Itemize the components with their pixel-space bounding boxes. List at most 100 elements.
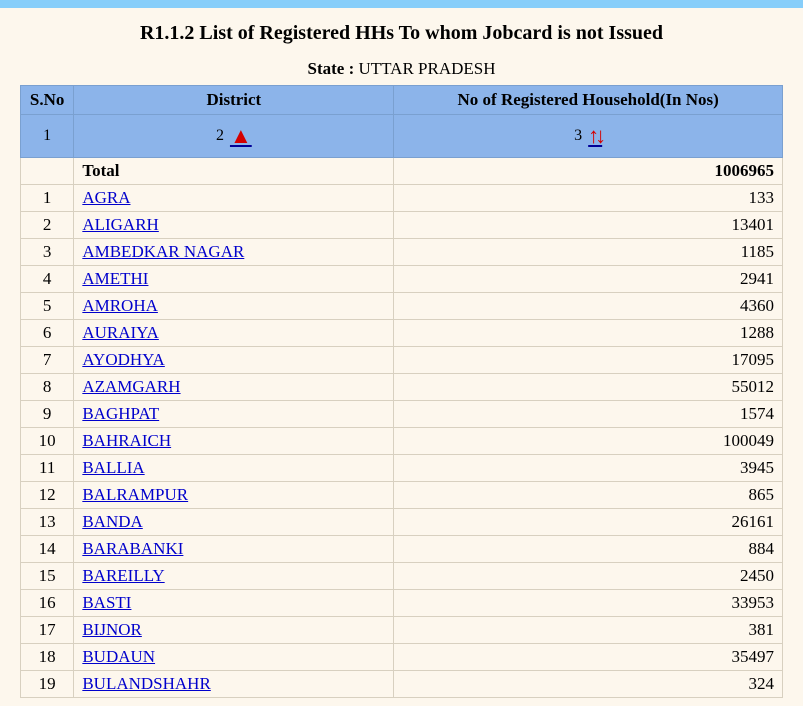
table-row: 19 BULANDSHAHR 324 — [21, 671, 783, 698]
row-hh: 55012 — [394, 374, 783, 401]
col-header-sno: S.No — [21, 86, 74, 115]
row-hh: 1185 — [394, 239, 783, 266]
table-row: 7AYODHYA17095 — [21, 347, 783, 374]
table-row: 2ALIGARH13401 — [21, 212, 783, 239]
sort-cell-hh[interactable]: 3 ↑↓ — [394, 115, 783, 158]
row-hh: 133 — [394, 185, 783, 212]
district-link[interactable]: BALRAMPUR — [82, 485, 188, 504]
table-row: 13BANDA26161 — [21, 509, 783, 536]
row-hh: 884 — [394, 536, 783, 563]
district-link[interactable]: AYODHYA — [82, 350, 165, 369]
table-row: 3 AMBEDKAR NAGAR 1185 — [21, 239, 783, 266]
page-container: R1.1.2 List of Registered HHs To whom Jo… — [0, 8, 803, 706]
row-district: BALRAMPUR — [74, 482, 394, 509]
sort-toggle-icon[interactable]: ↑↓ — [588, 123, 602, 149]
state-label: State : — [308, 59, 359, 78]
row-district: AMROHA — [74, 293, 394, 320]
row-hh: 1574 — [394, 401, 783, 428]
row-sno: 8 — [21, 374, 74, 401]
district-link[interactable]: AZAMGARH — [82, 377, 180, 396]
row-district: BUDAUN — [74, 644, 394, 671]
col-header-hh: No of Registered Household(In Nos) — [394, 86, 783, 115]
district-link[interactable]: BASTI — [82, 593, 131, 612]
header-row: S.No District No of Registered Household… — [21, 86, 783, 115]
table-row: 11 BALLIA 3945 — [21, 455, 783, 482]
district-link[interactable]: BAHRAICH — [82, 431, 171, 450]
top-accent-bar — [0, 0, 803, 8]
row-sno: 4 — [21, 266, 74, 293]
row-district: BAHRAICH — [74, 428, 394, 455]
district-link[interactable]: AMETHI — [82, 269, 148, 288]
row-sno: 3 — [21, 239, 74, 266]
row-sno: 5 — [21, 293, 74, 320]
district-link[interactable]: BAGHPAT — [82, 404, 159, 423]
district-link[interactable]: AMBEDKAR NAGAR — [82, 242, 244, 261]
state-line: State : UTTAR PRADESH — [20, 59, 783, 79]
table-row: 16 BASTI 33953 — [21, 590, 783, 617]
district-link[interactable]: BANDA — [82, 512, 142, 531]
total-sno — [21, 158, 74, 185]
row-district: AYODHYA — [74, 347, 394, 374]
row-sno: 13 — [21, 509, 74, 536]
district-link[interactable]: BAREILLY — [82, 566, 164, 585]
row-district: AMBEDKAR NAGAR — [74, 239, 394, 266]
row-district: BALLIA — [74, 455, 394, 482]
sort-cell-district[interactable]: 2 ▲ — [74, 115, 394, 158]
row-sno: 17 — [21, 617, 74, 644]
table-row: 6 AURAIYA 1288 — [21, 320, 783, 347]
district-link[interactable]: AURAIYA — [82, 323, 159, 342]
row-hh: 100049 — [394, 428, 783, 455]
table-row: 1 AGRA 133 — [21, 185, 783, 212]
row-sno: 19 — [21, 671, 74, 698]
sort-cell-sno: 1 — [21, 115, 74, 158]
row-sno: 11 — [21, 455, 74, 482]
table-row: 4AMETHI2941 — [21, 266, 783, 293]
row-sno: 18 — [21, 644, 74, 671]
page-title: R1.1.2 List of Registered HHs To whom Jo… — [20, 22, 783, 45]
row-sno: 14 — [21, 536, 74, 563]
col-header-district: District — [74, 86, 394, 115]
row-sno: 2 — [21, 212, 74, 239]
row-sno: 12 — [21, 482, 74, 509]
row-hh: 865 — [394, 482, 783, 509]
sort-asc-icon[interactable]: ▲ — [230, 123, 252, 149]
row-district: BAGHPAT — [74, 401, 394, 428]
table-row: 18 BUDAUN 35497 — [21, 644, 783, 671]
row-hh: 1288 — [394, 320, 783, 347]
row-hh: 2450 — [394, 563, 783, 590]
district-link[interactable]: BALLIA — [82, 458, 144, 477]
row-district: BULANDSHAHR — [74, 671, 394, 698]
sort-index-sno: 1 — [43, 127, 51, 144]
row-district: BAREILLY — [74, 563, 394, 590]
row-hh: 35497 — [394, 644, 783, 671]
district-link[interactable]: BULANDSHAHR — [82, 674, 210, 693]
sort-index-hh: 3 — [574, 127, 582, 145]
row-district: AURAIYA — [74, 320, 394, 347]
row-district: AMETHI — [74, 266, 394, 293]
table-row: 17 BIJNOR 381 — [21, 617, 783, 644]
district-link[interactable]: AMROHA — [82, 296, 158, 315]
row-hh: 33953 — [394, 590, 783, 617]
sort-index-district: 2 — [216, 127, 224, 145]
table-row: 15BAREILLY2450 — [21, 563, 783, 590]
table-row: 8 AZAMGARH 55012 — [21, 374, 783, 401]
district-link[interactable]: BIJNOR — [82, 620, 142, 639]
district-link[interactable]: AGRA — [82, 188, 130, 207]
row-hh: 324 — [394, 671, 783, 698]
table-row: 14 BARABANKI 884 — [21, 536, 783, 563]
table-body: Total 1006965 1AGRA1332ALIGARH134013AMBE… — [21, 158, 783, 698]
row-sno: 6 — [21, 320, 74, 347]
state-value: UTTAR PRADESH — [358, 59, 495, 78]
table-row: 9BAGHPAT1574 — [21, 401, 783, 428]
table-row: 10 BAHRAICH 100049 — [21, 428, 783, 455]
district-link[interactable]: BARABANKI — [82, 539, 183, 558]
row-sno: 10 — [21, 428, 74, 455]
district-link[interactable]: ALIGARH — [82, 215, 159, 234]
row-district: BANDA — [74, 509, 394, 536]
row-sno: 16 — [21, 590, 74, 617]
row-hh: 3945 — [394, 455, 783, 482]
row-sno: 1 — [21, 185, 74, 212]
row-hh: 17095 — [394, 347, 783, 374]
district-link[interactable]: BUDAUN — [82, 647, 155, 666]
row-hh: 381 — [394, 617, 783, 644]
